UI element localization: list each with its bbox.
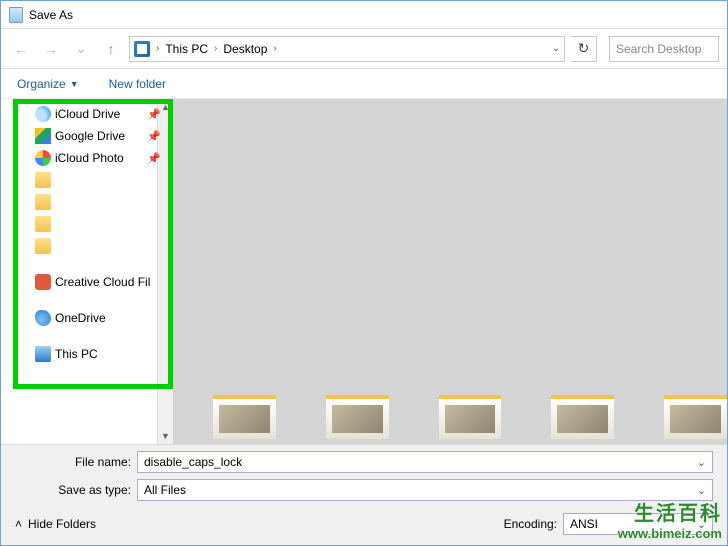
hide-folders-toggle[interactable]: ˄ Hide Folders	[15, 517, 96, 531]
address-bar[interactable]: › This PC › Desktop › ⌄	[129, 36, 565, 62]
folder-icon	[35, 238, 51, 254]
tree-item[interactable]: This PC	[1, 343, 173, 365]
tree-item-label: OneDrive	[55, 311, 106, 325]
chevron-right-icon: ›	[156, 43, 159, 54]
photos-icon	[35, 150, 51, 166]
search-input[interactable]: Search Desktop	[609, 36, 719, 62]
tree-item[interactable]	[1, 169, 173, 191]
breadcrumb-root[interactable]: This PC	[165, 42, 208, 56]
pin-icon: 📌	[147, 130, 161, 143]
forward-button[interactable]: →	[39, 37, 63, 61]
navigation-pane[interactable]: ▲ ▼ iCloud Drive📌Google Drive📌iCloud Pho…	[1, 99, 173, 444]
onedrive-icon	[35, 310, 51, 326]
bottom-panel: File name: disable_caps_lock Save as typ…	[1, 444, 727, 545]
folder-thumbnail[interactable]	[439, 395, 502, 439]
new-folder-button[interactable]: New folder	[109, 77, 166, 91]
nav-row: ← → ⌄ ↑ › This PC › Desktop › ⌄ ↻ Search…	[1, 29, 727, 69]
content-area: ▲ ▼ iCloud Drive📌Google Drive📌iCloud Pho…	[1, 99, 727, 444]
save-type-combo[interactable]: All Files	[137, 479, 713, 501]
titlebar: Save As	[1, 1, 727, 29]
chevron-down-icon[interactable]: ⌄	[69, 37, 93, 61]
tree-item[interactable]: iCloud Drive 📌	[1, 103, 173, 125]
tree-item[interactable]	[1, 235, 173, 257]
tree-item[interactable]: iCloud Photo 📌	[1, 147, 173, 169]
tree-item[interactable]	[1, 213, 173, 235]
encoding-combo[interactable]: ANSI	[563, 513, 713, 535]
tree-item[interactable]: Creative Cloud Fil	[1, 271, 173, 293]
cc-icon	[35, 274, 51, 290]
tree-item[interactable]	[1, 191, 173, 213]
folder-icon	[35, 172, 51, 188]
pin-icon: 📌	[147, 152, 161, 165]
back-button[interactable]: ←	[9, 37, 33, 61]
filename-label: File name:	[15, 455, 131, 469]
address-dropdown-icon[interactable]: ⌄	[552, 43, 560, 54]
tree-item[interactable]: Google Drive 📌	[1, 125, 173, 147]
tree-item-label: Creative Cloud Fil	[55, 275, 150, 289]
chevron-up-icon: ˄	[15, 517, 22, 531]
folder-icon	[35, 216, 51, 232]
chevron-down-icon: ▼	[70, 79, 79, 89]
up-button[interactable]: ↑	[99, 37, 123, 61]
folder-icon	[35, 194, 51, 210]
filename-input[interactable]: disable_caps_lock	[137, 451, 713, 473]
folder-thumbnail[interactable]	[551, 395, 614, 439]
folder-thumbnail[interactable]	[664, 395, 727, 439]
chevron-right-icon: ›	[273, 43, 276, 54]
pc-icon	[134, 41, 150, 57]
command-bar: Organize ▼ New folder	[1, 69, 727, 99]
pin-icon: 📌	[147, 108, 161, 121]
folder-thumbnail[interactable]	[213, 395, 276, 439]
thumbnail-row	[173, 390, 727, 444]
pc-icon	[35, 346, 51, 362]
tree-item-label: iCloud Drive	[55, 107, 120, 121]
window-title: Save As	[29, 8, 73, 22]
file-list-pane[interactable]	[173, 99, 727, 444]
tree-item-label: This PC	[55, 347, 98, 361]
gdrive-icon	[35, 128, 51, 144]
cloud-icon	[35, 106, 51, 122]
tree-item[interactable]: OneDrive	[1, 307, 173, 329]
organize-menu[interactable]: Organize ▼	[17, 77, 79, 91]
scroll-down-icon[interactable]: ▼	[158, 428, 173, 444]
tree-item-label: iCloud Photo	[55, 151, 124, 165]
refresh-button[interactable]: ↻	[571, 36, 597, 62]
save-type-label: Save as type:	[15, 483, 131, 497]
notepad-icon	[9, 7, 23, 23]
folder-thumbnail[interactable]	[326, 395, 389, 439]
chevron-right-icon: ›	[214, 43, 217, 54]
breadcrumb-leaf[interactable]: Desktop	[223, 42, 267, 56]
save-as-dialog: Save As ← → ⌄ ↑ › This PC › Desktop › ⌄ …	[0, 0, 728, 546]
tree-item-label: Google Drive	[55, 129, 125, 143]
encoding-label: Encoding:	[504, 517, 557, 531]
